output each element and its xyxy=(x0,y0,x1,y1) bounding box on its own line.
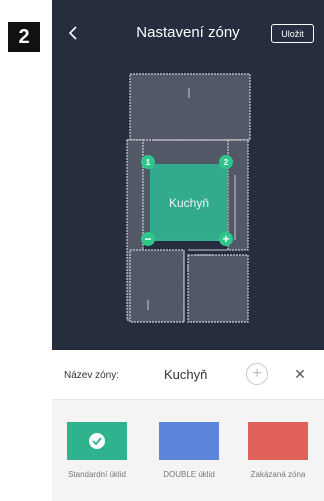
zone-type-forbidden[interactable]: Zakázaná zóna xyxy=(233,422,323,479)
cleaning-zone[interactable]: Kuchyň xyxy=(150,164,228,241)
type-swatch-double xyxy=(159,422,219,460)
back-button[interactable] xyxy=(62,22,84,44)
save-button[interactable]: Uložit xyxy=(271,24,314,43)
zone-name-value[interactable]: Kuchyň xyxy=(164,367,207,382)
zone-handle-2[interactable]: 2 xyxy=(219,155,233,169)
zone-resize-handle[interactable]: + xyxy=(219,232,233,246)
zone-name-row: Název zóny: Kuchyň + ✕ xyxy=(52,350,324,400)
add-zone-button[interactable]: + xyxy=(246,363,268,385)
type-swatch-forbidden xyxy=(248,422,308,460)
type-label-double: DOUBLE úklid xyxy=(163,470,215,479)
zone-type-selector: Standardní úklid DOUBLE úklid Zakázaná z… xyxy=(52,400,324,501)
close-button[interactable]: ✕ xyxy=(290,364,310,384)
zone-type-standard[interactable]: Standardní úklid xyxy=(52,422,142,479)
plus-icon: + xyxy=(252,365,262,382)
zone-type-double[interactable]: DOUBLE úklid xyxy=(144,422,234,479)
step-number-badge: 2 xyxy=(8,22,40,52)
type-label-forbidden: Zakázaná zóna xyxy=(250,470,306,479)
map-area[interactable]: Nastavení zóny Uložit Kuchyň 1 2 − + xyxy=(52,0,324,350)
zone-delete-handle[interactable]: − xyxy=(141,232,155,246)
phone-screen: Nastavení zóny Uložit Kuchyň 1 2 − + Náz… xyxy=(52,0,324,501)
zone-handle-1[interactable]: 1 xyxy=(141,155,155,169)
close-icon: ✕ xyxy=(294,365,306,382)
type-label-standard: Standardní úklid xyxy=(68,470,126,479)
page-title: Nastavení zóny xyxy=(136,24,240,41)
chevron-left-icon xyxy=(68,26,77,40)
zone-name-label: Název zóny: xyxy=(64,370,120,381)
zone-label: Kuchyň xyxy=(168,195,210,210)
header-bar: Nastavení zóny Uložit xyxy=(52,0,324,64)
check-icon xyxy=(89,433,105,449)
type-swatch-standard xyxy=(67,422,127,460)
